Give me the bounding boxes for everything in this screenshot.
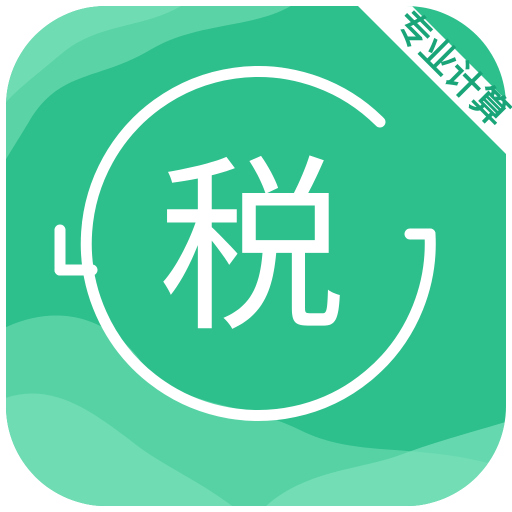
app-icon-graphic: 专业计算 税: [6, 4, 512, 506]
app-icon[interactable]: 专业计算 税: [0, 0, 512, 512]
tax-glyph: 税: [158, 139, 346, 358]
